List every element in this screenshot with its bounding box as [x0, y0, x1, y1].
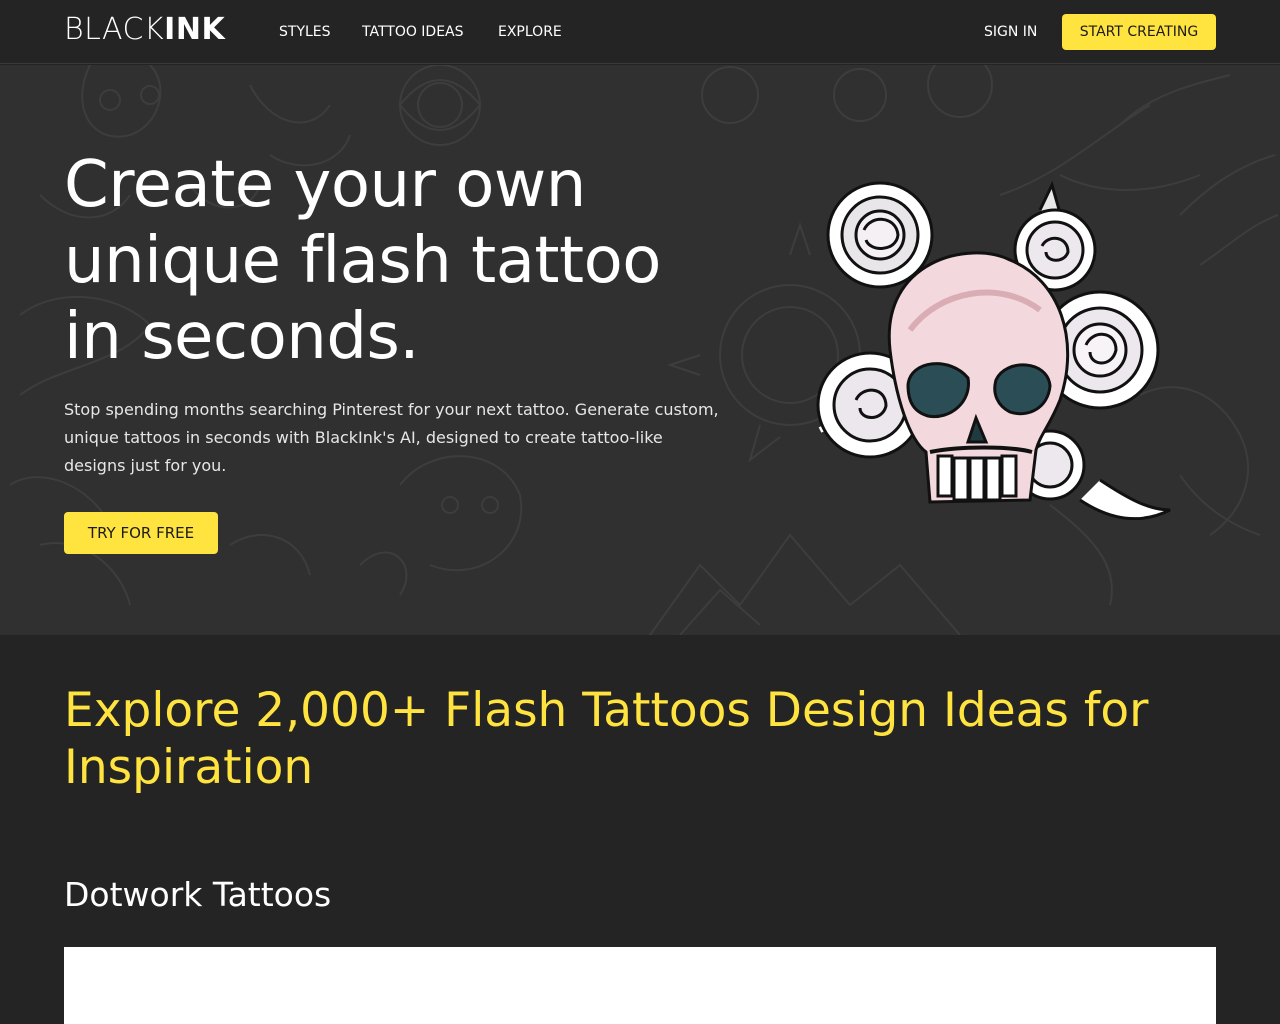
explore-heading-line-1: Explore 2,000+ Flash Tattoos Design Idea… [64, 683, 1149, 738]
nav-link-explore[interactable]: EXPLORE [498, 22, 562, 42]
hero-heading-line-2: unique flash tattoo [64, 224, 661, 298]
blackink-logo[interactable]: BLACKINK [64, 14, 225, 46]
hero-section: Create your own unique flash tattoo in s… [0, 65, 1280, 635]
dotwork-tattoos-heading: Dotwork Tattoos [64, 875, 332, 914]
dotwork-tattoos-gallery [64, 947, 1216, 1024]
logo-bold-text: INK [164, 12, 226, 47]
hero-description: Stop spending months searching Pinterest… [64, 396, 734, 480]
nav-link-styles[interactable]: STYLES [279, 22, 331, 42]
logo-light-text: BLACK [64, 12, 165, 47]
hero-description-line-3: designs just for you. [64, 456, 227, 475]
explore-heading: Explore 2,000+ Flash Tattoos Design Idea… [64, 682, 1214, 796]
skull-roses-tattoo-illustration [816, 180, 1171, 520]
hero-description-line-2: unique tattoos in seconds with BlackInk'… [64, 428, 663, 447]
explore-heading-line-2: Inspiration [64, 740, 314, 795]
hero-heading-line-3: in seconds. [64, 300, 420, 374]
start-creating-button[interactable]: START CREATING [1062, 14, 1216, 50]
hero-description-line-1: Stop spending months searching Pinterest… [64, 400, 719, 419]
nav-link-tattoo-ideas[interactable]: TATTOO IDEAS [362, 22, 464, 42]
top-navigation: BLACKINK STYLES TATTOO IDEAS EXPLORE SIG… [0, 0, 1280, 64]
try-for-free-button[interactable]: TRY FOR FREE [64, 512, 218, 554]
hero-heading: Create your own unique flash tattoo in s… [64, 147, 764, 375]
hero-heading-line-1: Create your own [64, 148, 586, 222]
sign-in-link[interactable]: SIGN IN [984, 22, 1037, 42]
